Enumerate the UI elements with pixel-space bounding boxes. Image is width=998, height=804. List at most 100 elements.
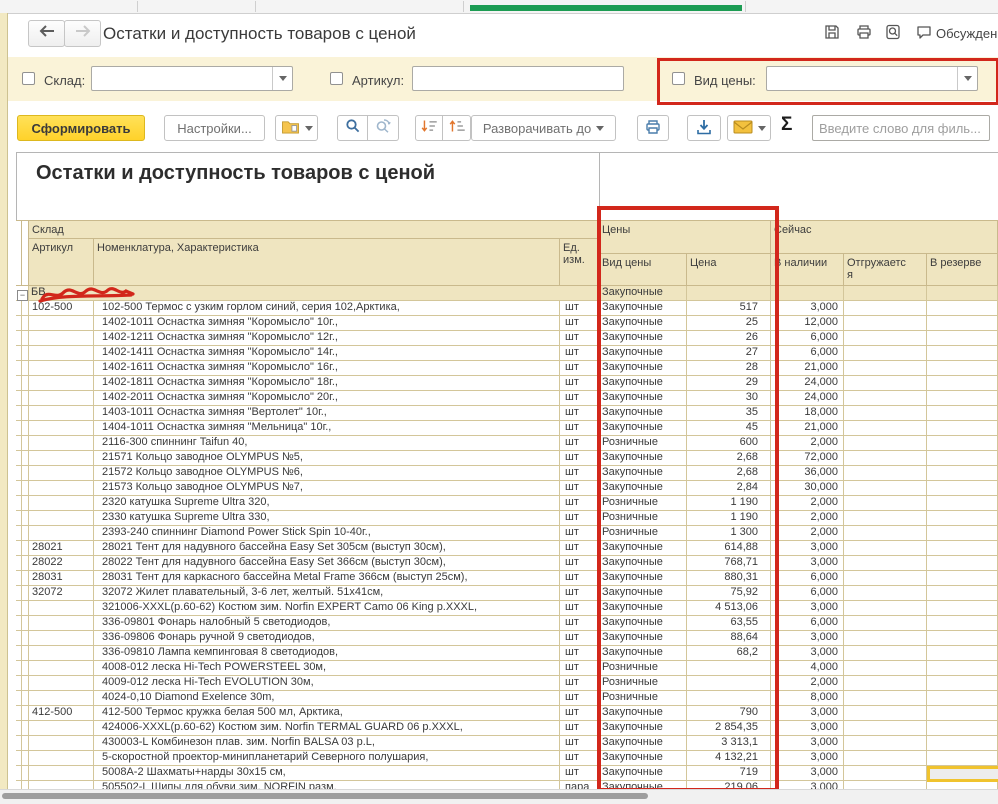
table-cell[interactable] [22,481,29,496]
table-cell[interactable]: 24,000 [771,376,844,391]
table-cell[interactable] [22,601,29,616]
table-cell[interactable]: 1402-1411 Оснастка зимняя "Коромысло" 14… [94,346,560,361]
table-cell[interactable]: 8,000 [771,691,844,706]
sklad-checkbox[interactable] [22,72,35,85]
table-cell[interactable]: 29 [687,376,771,391]
artikul-input[interactable] [413,67,623,90]
table-cell[interactable] [844,586,927,601]
table-cell[interactable] [927,406,998,421]
table-cell[interactable]: 88,64 [687,631,771,646]
table-cell[interactable] [927,526,998,541]
table-row[interactable]: 2802228022 Тент для надувного бассейна E… [16,556,998,571]
sort-descending-button[interactable] [415,115,443,141]
sklad-combobox-input[interactable] [92,67,292,90]
table-cell[interactable] [844,466,927,481]
table-cell[interactable] [22,766,29,781]
group-row[interactable]: БВ,Закупочные [16,286,998,301]
table-cell[interactable]: 430003-L Комбинезон плав. зим. Norfin BA… [94,736,560,751]
table-cell[interactable] [22,466,29,481]
table-cell[interactable] [844,721,927,736]
table-cell[interactable]: 1402-2011 Оснастка зимняя "Коромысло" 20… [94,391,560,406]
vid-ceny-combobox-input[interactable] [767,67,977,90]
table-cell[interactable] [927,511,998,526]
table-cell[interactable] [844,451,927,466]
table-cell[interactable]: Закупочные [599,736,687,751]
table-cell[interactable]: Закупочные [599,391,687,406]
vid-ceny-combobox[interactable] [766,66,978,91]
table-cell[interactable] [22,751,29,766]
table-cell[interactable] [927,316,998,331]
table-cell[interactable]: 3,000 [771,751,844,766]
table-cell[interactable]: 1402-1611 Оснастка зимняя "Коромысло" 16… [94,361,560,376]
table-cell[interactable]: 4024-0,10 Diamond Exelence 30m, [94,691,560,706]
table-cell[interactable] [844,676,927,691]
table-cell[interactable]: Розничные [599,691,687,706]
active-tab-indicator[interactable] [470,5,742,11]
table-cell[interactable] [844,751,927,766]
table-row[interactable]: 2393-240 спиннинг Diamond Power Stick Sp… [16,526,998,541]
table-cell[interactable] [844,511,927,526]
table-cell[interactable] [927,676,998,691]
table-cell[interactable] [29,751,94,766]
search-button[interactable] [337,115,368,141]
table-cell[interactable]: 2,000 [771,526,844,541]
table-cell[interactable] [29,316,94,331]
table-cell[interactable]: Закупочные [599,631,687,646]
gutter-header-cell[interactable] [22,220,29,286]
table-cell[interactable]: 3,000 [771,736,844,751]
table-cell[interactable] [22,526,29,541]
column-group-prices[interactable]: Цены [599,220,771,254]
sort-ascending-button[interactable] [443,115,471,141]
table-cell[interactable]: 36,000 [771,466,844,481]
table-cell[interactable] [844,481,927,496]
table-cell[interactable]: 2,000 [771,496,844,511]
table-cell[interactable] [22,436,29,451]
table-cell[interactable] [844,436,927,451]
table-cell[interactable] [29,736,94,751]
table-cell[interactable]: шт [560,706,599,721]
table-row[interactable]: 3207232072 Жилет плавательный, 3-6 лет, … [16,586,998,601]
table-cell[interactable] [927,436,998,451]
table-cell[interactable]: 600 [687,436,771,451]
table-cell[interactable]: 2,000 [771,676,844,691]
table-row[interactable]: 321006-XXXL(р.60-62) Костюм зим. Norfin … [16,601,998,616]
table-cell[interactable] [927,361,998,376]
table-cell[interactable] [927,646,998,661]
table-row[interactable]: 1402-2011 Оснастка зимняя "Коромысло" 20… [16,391,998,406]
table-cell[interactable] [844,616,927,631]
table-cell[interactable]: шт [560,451,599,466]
table-cell[interactable]: Закупочные [599,706,687,721]
table-row[interactable]: 424006-XXXL(р.60-62) Костюм зим. Norfin … [16,721,998,736]
table-cell[interactable] [844,706,927,721]
table-cell[interactable]: шт [560,421,599,436]
table-cell[interactable]: 28021 [29,541,94,556]
table-cell[interactable] [29,676,94,691]
table-row[interactable]: 102-500102-500 Термос с узким горлом син… [16,301,998,316]
table-cell[interactable] [22,706,29,721]
table-cell[interactable] [29,661,94,676]
table-cell[interactable] [927,466,998,481]
table-row[interactable]: 336-09801 Фонарь налобный 5 светодиодов,… [16,616,998,631]
forward-button[interactable] [64,20,101,47]
table-cell[interactable] [844,301,927,316]
table-cell[interactable]: 24,000 [771,391,844,406]
table-cell[interactable]: 2,84 [687,481,771,496]
table-cell[interactable] [22,511,29,526]
table-row[interactable]: 336-09806 Фонарь ручной 9 светодиодов,шт… [16,631,998,646]
table-cell[interactable]: шт [560,766,599,781]
table-cell[interactable]: 2,000 [771,436,844,451]
table-cell[interactable]: 336-09801 Фонарь налобный 5 светодиодов, [94,616,560,631]
table-cell[interactable] [844,376,927,391]
table-cell[interactable]: 18,000 [771,406,844,421]
table-cell[interactable]: БВ, [29,286,599,301]
settings-button[interactable]: Настройки... [164,115,265,141]
table-cell[interactable]: 30,000 [771,481,844,496]
table-cell[interactable]: 12,000 [771,316,844,331]
table-cell[interactable] [844,331,927,346]
table-cell[interactable]: шт [560,631,599,646]
table-cell[interactable] [771,286,844,301]
table-cell[interactable] [844,691,927,706]
table-row[interactable]: 1402-1611 Оснастка зимняя "Коромысло" 16… [16,361,998,376]
table-cell[interactable] [29,511,94,526]
table-cell[interactable]: шт [560,316,599,331]
